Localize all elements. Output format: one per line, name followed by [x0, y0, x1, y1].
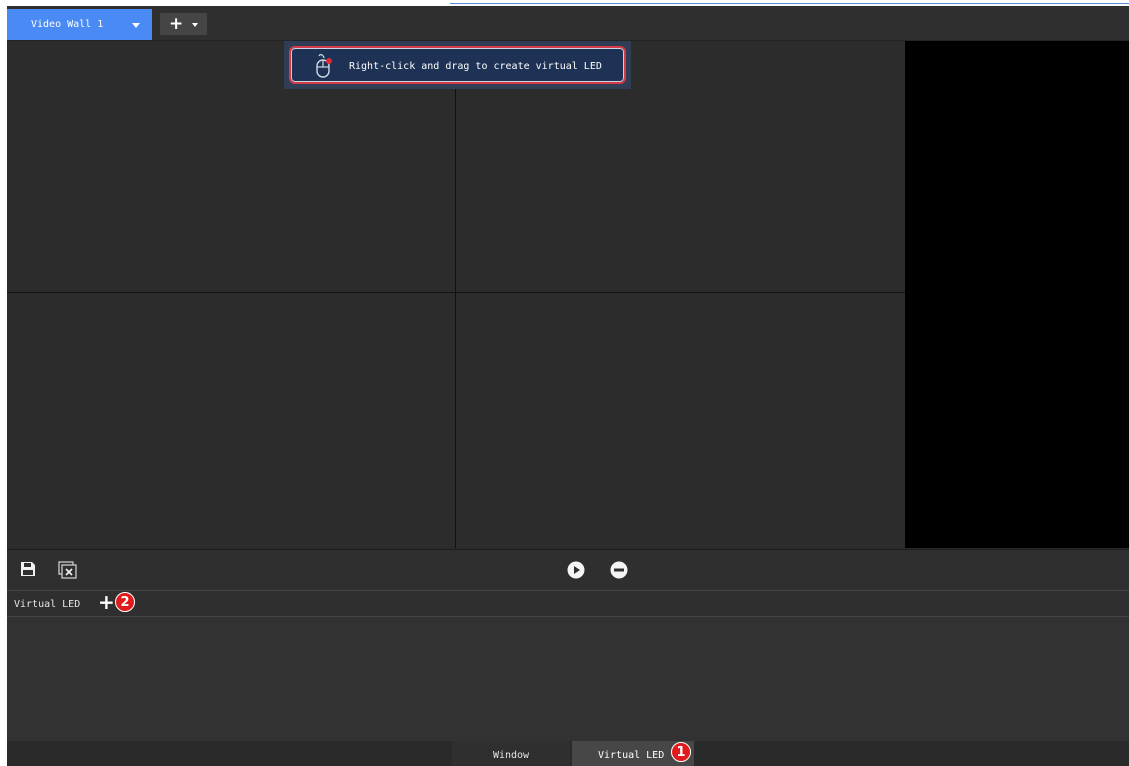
top-accent-line	[450, 3, 1129, 4]
chevron-down-icon[interactable]	[192, 23, 198, 27]
stop-icon[interactable]	[610, 561, 628, 582]
video-wall-app: Video Wall 1 + Right-click and drag to c…	[7, 6, 1129, 766]
virtual-led-header: Virtual LED + 2	[7, 590, 1129, 617]
video-wall-tab[interactable]: Video Wall 1	[7, 9, 152, 40]
chevron-down-icon[interactable]	[132, 23, 140, 28]
hint-text: Right-click and drag to create virtual L…	[349, 61, 602, 72]
mouse-right-click-icon	[314, 54, 334, 81]
save-icon[interactable]	[20, 561, 36, 580]
hint-callout: Right-click and drag to create virtual L…	[289, 46, 626, 84]
tab-window[interactable]: Window	[452, 741, 570, 766]
add-video-wall-button[interactable]: +	[160, 13, 207, 35]
plus-icon: +	[169, 14, 184, 34]
bottom-toolbar	[7, 549, 1129, 590]
grid-divider	[455, 41, 456, 548]
clear-window-icon[interactable]	[58, 561, 78, 582]
video-wall-tab-label: Video Wall 1	[31, 19, 104, 30]
virtual-led-title: Virtual LED	[14, 599, 81, 610]
video-wall-tab-bar: Video Wall 1 +	[7, 6, 1129, 41]
virtual-led-list[interactable]	[7, 617, 1129, 741]
video-wall-canvas[interactable]: Right-click and drag to create virtual L…	[7, 41, 1129, 548]
callout-badge-2: 2	[115, 592, 135, 612]
callout-badge-1: 1	[671, 742, 691, 762]
screen-cell-bottom-right[interactable]	[456, 293, 905, 548]
screen-cell-bottom-left[interactable]	[7, 293, 455, 548]
hint-tooltip: Right-click and drag to create virtual L…	[284, 41, 631, 89]
bottom-tab-bar: Window Virtual LED 1	[7, 741, 1129, 766]
add-virtual-led-button[interactable]: +	[98, 592, 115, 612]
grid-divider	[7, 292, 905, 293]
unused-output-area	[905, 41, 1129, 548]
tab-virtual-led-label: Virtual LED	[598, 750, 665, 761]
tab-window-label: Window	[492, 750, 530, 761]
play-icon[interactable]	[567, 561, 585, 582]
